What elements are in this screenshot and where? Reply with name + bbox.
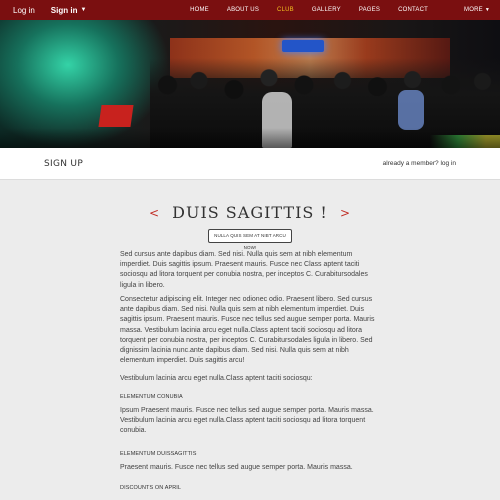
neon-sign bbox=[282, 40, 324, 52]
chevron-down-icon: ▼ bbox=[484, 7, 490, 13]
paragraph: Vestibulum lacinia arcu eget nulla.Class… bbox=[120, 375, 313, 382]
paragraph: Consectetur adipiscing elit. Integer nec… bbox=[120, 296, 375, 365]
chevron-down-icon: ▼ bbox=[80, 7, 87, 13]
nav-item-contact[interactable]: CONTACT bbox=[398, 7, 428, 13]
paragraph: Sed cursus ante dapibus diam. Sed nisi. … bbox=[120, 251, 368, 289]
signin-dropdown[interactable]: Sign in ▼ bbox=[51, 6, 87, 15]
paragraph: Ipsum Praesent mauris. Fusce nec tellus … bbox=[120, 407, 374, 435]
photo-fade bbox=[0, 128, 500, 148]
main-content: < DUIS SAGITTIS ! > NULLA QUIS SEM AT NI… bbox=[0, 180, 500, 500]
nav-item-more-label: MORE bbox=[464, 7, 483, 13]
signin-label: Sign in bbox=[50, 5, 78, 15]
member-login-link[interactable]: already a member? log in bbox=[383, 160, 456, 167]
subheading: ELEMENTUM CONUBIA bbox=[120, 394, 183, 400]
nav-item-club[interactable]: CLUB bbox=[277, 7, 294, 13]
dancer bbox=[398, 90, 424, 130]
nav-item-pages[interactable]: PAGES bbox=[359, 7, 380, 13]
subheading: ELEMENTUM DUISSAGITTIS bbox=[120, 451, 197, 457]
paragraph: Praesent mauris. Fusce nec tellus sed au… bbox=[120, 464, 353, 471]
subheading: DISCOUNTS ON APRIL bbox=[120, 485, 182, 491]
login-link[interactable]: Log in bbox=[13, 6, 35, 15]
chevron-right-icon[interactable]: > bbox=[340, 206, 351, 220]
top-nav-bar: Log in Sign in ▼ HOME ABOUT US CLUB GALL… bbox=[0, 0, 500, 20]
main-nav: HOME ABOUT US CLUB GALLERY PAGES CONTACT… bbox=[172, 7, 500, 13]
section-heading: < DUIS SAGITTIS ! > bbox=[0, 203, 500, 222]
nav-item-gallery[interactable]: GALLERY bbox=[312, 7, 341, 13]
stage-amp bbox=[98, 105, 134, 127]
signup-header: SIGN UP already a member? log in bbox=[0, 148, 500, 180]
nav-item-more[interactable]: MORE ▼ bbox=[446, 7, 490, 13]
nav-item-about-us[interactable]: ABOUT US bbox=[227, 7, 259, 13]
page-title: SIGN UP bbox=[44, 158, 84, 169]
hero-photo bbox=[0, 20, 500, 148]
cta-button[interactable]: NULLA QUIS SEM AT NIBT ARCU NOW! bbox=[208, 229, 292, 250]
nav-item-home[interactable]: HOME bbox=[190, 7, 209, 13]
chevron-left-icon[interactable]: < bbox=[149, 206, 160, 220]
section-heading-text: DUIS SAGITTIS ! bbox=[172, 203, 328, 222]
auth-links: Log in Sign in ▼ bbox=[0, 6, 86, 15]
